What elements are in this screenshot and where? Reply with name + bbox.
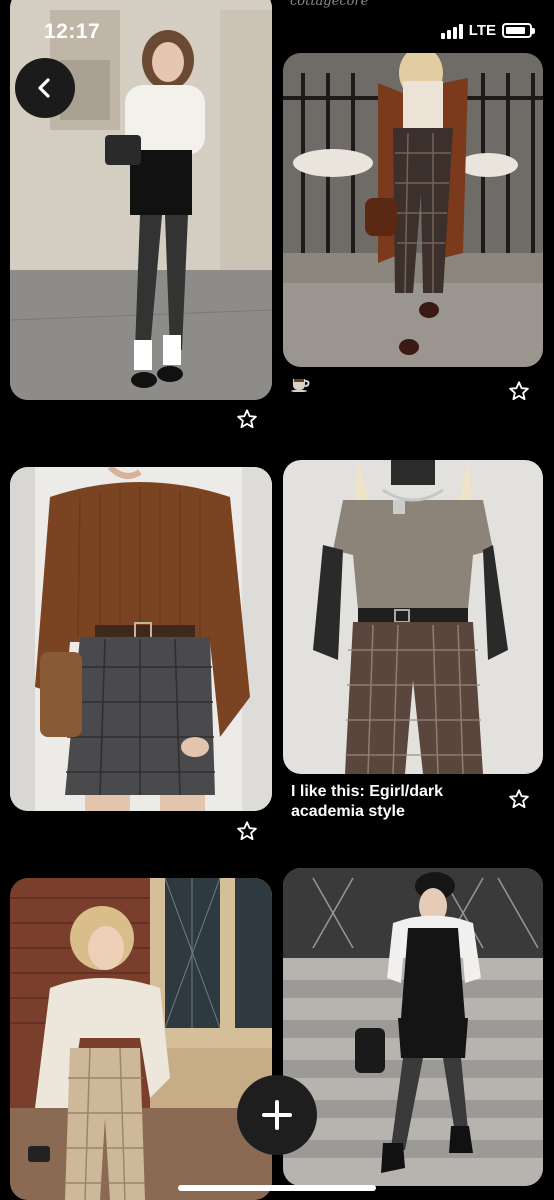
plus-icon — [262, 1100, 292, 1130]
coffee-icon — [291, 379, 310, 392]
battery-icon — [502, 23, 535, 38]
star-icon[interactable] — [236, 408, 258, 430]
signal-icon — [440, 23, 463, 39]
star-icon[interactable] — [508, 788, 530, 810]
network-label: LTE — [468, 22, 496, 39]
star-icon[interactable] — [236, 820, 258, 842]
status-indicators: LTE — [440, 22, 535, 39]
status-bar: 12:17 LTE — [0, 0, 554, 58]
status-time: 12:17 — [44, 20, 101, 43]
star-icon[interactable] — [508, 380, 530, 402]
pin-image[interactable] — [10, 467, 272, 811]
add-button[interactable] — [237, 1075, 317, 1155]
home-indicator[interactable] — [178, 1185, 376, 1191]
pin-image[interactable] — [283, 53, 543, 367]
pin-caption: I like this: Egirl/dark academia style — [291, 783, 444, 820]
back-button[interactable] — [15, 58, 75, 118]
pin-image[interactable] — [10, 878, 272, 1200]
chevron-left-icon — [38, 78, 50, 98]
pin-image[interactable] — [283, 460, 543, 774]
pin-image[interactable] — [283, 868, 543, 1186]
